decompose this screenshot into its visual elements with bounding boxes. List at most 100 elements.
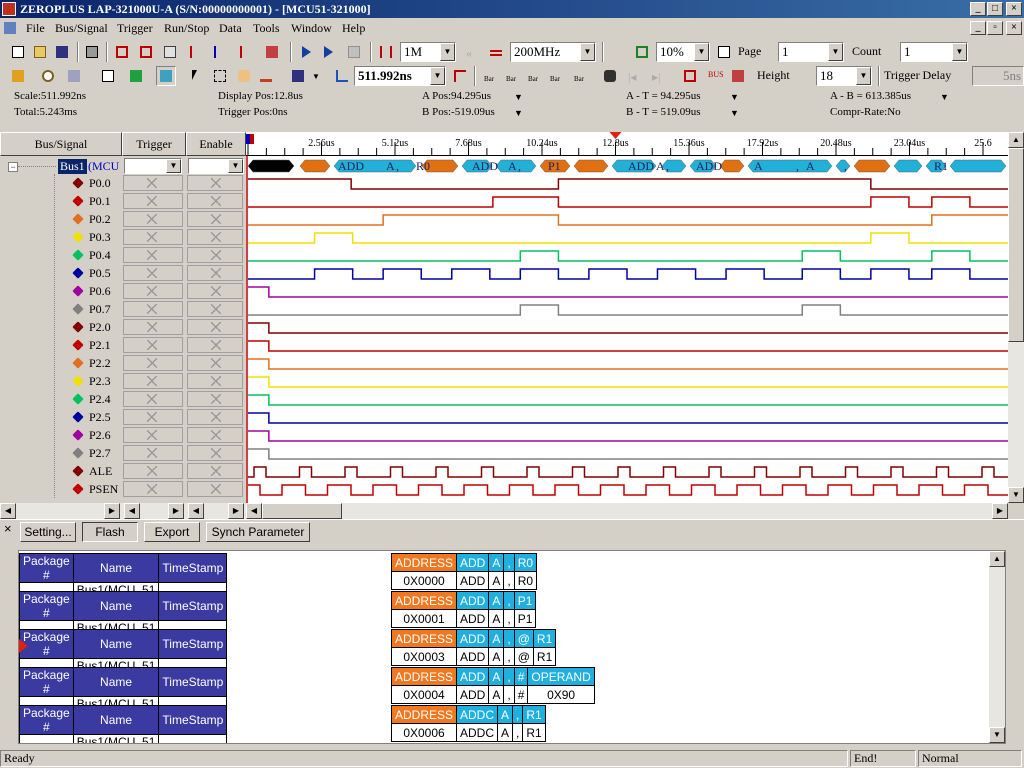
trigger-delay-field[interactable]: 5ns bbox=[972, 66, 1024, 86]
synch-parameter-button[interactable]: Synch Parameter bbox=[206, 522, 310, 542]
bus-bar-icon[interactable] bbox=[256, 66, 276, 86]
select-icon[interactable] bbox=[210, 66, 230, 86]
scroll-down-icon[interactable]: ▼ bbox=[1008, 487, 1024, 503]
signal-enable-cell[interactable] bbox=[187, 265, 243, 281]
home-icon[interactable] bbox=[8, 66, 28, 86]
signal-trigger-cell[interactable] bbox=[123, 283, 183, 299]
menu-trigger[interactable]: Trigger bbox=[117, 21, 153, 36]
waveform-vscroll[interactable]: ▲ ▼ bbox=[1008, 132, 1024, 503]
time-ruler[interactable]: 2.56us 5.12us 7.68us 10.24us 12.8us 15.36us 17… bbox=[246, 132, 1008, 156]
pointer-icon[interactable] bbox=[188, 66, 208, 86]
signal-waveform[interactable] bbox=[248, 394, 1008, 406]
signal-waveform[interactable] bbox=[248, 178, 1008, 190]
zoom-select[interactable]: 10% ▼ bbox=[656, 42, 710, 62]
package-list[interactable]: Package #NameTimeStamp1Bus1(MCU_51 DECOD… bbox=[18, 550, 1006, 744]
signal-enable-cell[interactable] bbox=[187, 391, 243, 407]
signal-enable-cell[interactable] bbox=[187, 211, 243, 227]
bar-b-icon[interactable]: Bar bbox=[502, 66, 522, 86]
signal-icon[interactable] bbox=[728, 66, 748, 86]
settings-icon[interactable] bbox=[680, 66, 700, 86]
cursor-b-icon[interactable] bbox=[210, 42, 230, 62]
package-view-icon[interactable] bbox=[156, 66, 176, 86]
clock-icon[interactable] bbox=[38, 66, 58, 86]
report-icon[interactable] bbox=[262, 42, 282, 62]
menu-window[interactable]: Window bbox=[291, 21, 332, 36]
bus-segment[interactable] bbox=[853, 159, 891, 173]
menu-run-stop[interactable]: Run/Stop bbox=[164, 21, 209, 36]
signal-trigger-cell[interactable] bbox=[123, 391, 183, 407]
signal-trigger-cell[interactable] bbox=[123, 481, 183, 497]
height-select[interactable]: 18 ▼ bbox=[816, 66, 872, 86]
minimize-button[interactable]: _ bbox=[970, 2, 986, 16]
grid-icon[interactable] bbox=[160, 42, 180, 62]
signal-enable-cell[interactable] bbox=[187, 175, 243, 191]
cursor-t-icon[interactable] bbox=[236, 42, 256, 62]
waveform-view-icon[interactable] bbox=[98, 66, 118, 86]
signal-enable-cell[interactable] bbox=[187, 337, 243, 353]
signal-trigger-cell[interactable] bbox=[123, 445, 183, 461]
bar-e-icon[interactable]: Bar bbox=[570, 66, 590, 86]
signal-waveform[interactable] bbox=[248, 286, 1008, 298]
signal-waveform[interactable] bbox=[248, 196, 1008, 208]
signal-enable-cell[interactable] bbox=[187, 355, 243, 371]
run-icon[interactable] bbox=[298, 42, 318, 62]
signal-row[interactable]: P2.2 bbox=[0, 354, 246, 372]
b-t-dropdown-icon[interactable]: ▼ bbox=[730, 108, 739, 118]
signal-trigger-cell[interactable] bbox=[123, 193, 183, 209]
signal-trigger-cell[interactable] bbox=[123, 427, 183, 443]
signal-trigger-cell[interactable] bbox=[123, 175, 183, 191]
signal-enable-cell[interactable] bbox=[187, 463, 243, 479]
signal-waveform[interactable] bbox=[248, 484, 1008, 496]
trigger-scroll-right-icon[interactable]: ▶ bbox=[168, 503, 184, 519]
bus-segment[interactable] bbox=[835, 159, 851, 173]
waveform-area[interactable]: ADD A, R0 ADD A, P1 ADD A, ADD A, A, R1 bbox=[246, 156, 1008, 503]
signal-trigger-cell[interactable] bbox=[123, 337, 183, 353]
signal-row[interactable]: P2.5 bbox=[0, 408, 246, 426]
scale-select[interactable]: 511.992ns ▼ bbox=[354, 66, 446, 86]
bus1-enable-select[interactable]: ▼ bbox=[188, 158, 244, 174]
signal-trigger-cell[interactable] bbox=[123, 247, 183, 263]
signal-enable-cell[interactable] bbox=[187, 481, 243, 497]
scroll-right-icon[interactable]: ▶ bbox=[104, 503, 120, 519]
cursor-a-icon[interactable] bbox=[186, 42, 206, 62]
signal-row[interactable]: P0.5 bbox=[0, 264, 246, 282]
signal-enable-cell[interactable] bbox=[187, 301, 243, 317]
panel-close-icon[interactable]: × bbox=[4, 521, 12, 536]
signal-waveform[interactable] bbox=[248, 340, 1008, 352]
signal-waveform[interactable] bbox=[248, 214, 1008, 226]
signal-waveform[interactable] bbox=[248, 412, 1008, 424]
signal-row[interactable]: P2.7 bbox=[0, 444, 246, 462]
signal-trigger-cell[interactable] bbox=[123, 301, 183, 317]
signal-row[interactable]: P0.4 bbox=[0, 246, 246, 264]
signal-waveform[interactable] bbox=[248, 358, 1008, 370]
menu-help[interactable]: Help bbox=[342, 21, 365, 36]
signal-trigger-cell[interactable] bbox=[123, 409, 183, 425]
signal-row[interactable]: P0.2 bbox=[0, 210, 246, 228]
page-select[interactable]: 1 ▼ bbox=[778, 42, 844, 62]
hscroll-left-icon[interactable]: ◀ bbox=[246, 503, 262, 519]
enable-scroll-right-icon[interactable]: ▶ bbox=[228, 503, 244, 519]
signal-waveform[interactable] bbox=[248, 430, 1008, 442]
bar-d-icon[interactable]: Bar bbox=[546, 66, 566, 86]
signal-row[interactable]: P0.3 bbox=[0, 228, 246, 246]
signal-waveform[interactable] bbox=[248, 376, 1008, 388]
bus-segment[interactable] bbox=[299, 159, 331, 173]
b-pos-dropdown-icon[interactable]: ▼ bbox=[514, 108, 523, 118]
signal-row[interactable]: P2.6 bbox=[0, 426, 246, 444]
hscroll-thumb[interactable] bbox=[262, 503, 342, 519]
signal-trigger-cell[interactable] bbox=[123, 211, 183, 227]
signal-row[interactable]: P2.4 bbox=[0, 390, 246, 408]
bar-c-icon[interactable]: Bar bbox=[524, 66, 544, 86]
bus1-trigger-select[interactable]: ▼ bbox=[124, 158, 182, 174]
bus1-name[interactable]: Bus1 bbox=[58, 159, 87, 174]
trigger-scroll-left-icon[interactable]: ◀ bbox=[124, 503, 140, 519]
count-select[interactable]: 1 ▼ bbox=[900, 42, 968, 62]
signal-enable-cell[interactable] bbox=[187, 373, 243, 389]
signal-trigger-cell[interactable] bbox=[123, 319, 183, 335]
signal-waveform[interactable] bbox=[248, 466, 1008, 478]
measure-icon[interactable] bbox=[136, 42, 156, 62]
signal-waveform[interactable] bbox=[248, 448, 1008, 460]
pkg-scroll-down-icon[interactable]: ▼ bbox=[989, 727, 1005, 743]
signal-waveform[interactable] bbox=[248, 304, 1008, 316]
signal-enable-cell[interactable] bbox=[187, 445, 243, 461]
